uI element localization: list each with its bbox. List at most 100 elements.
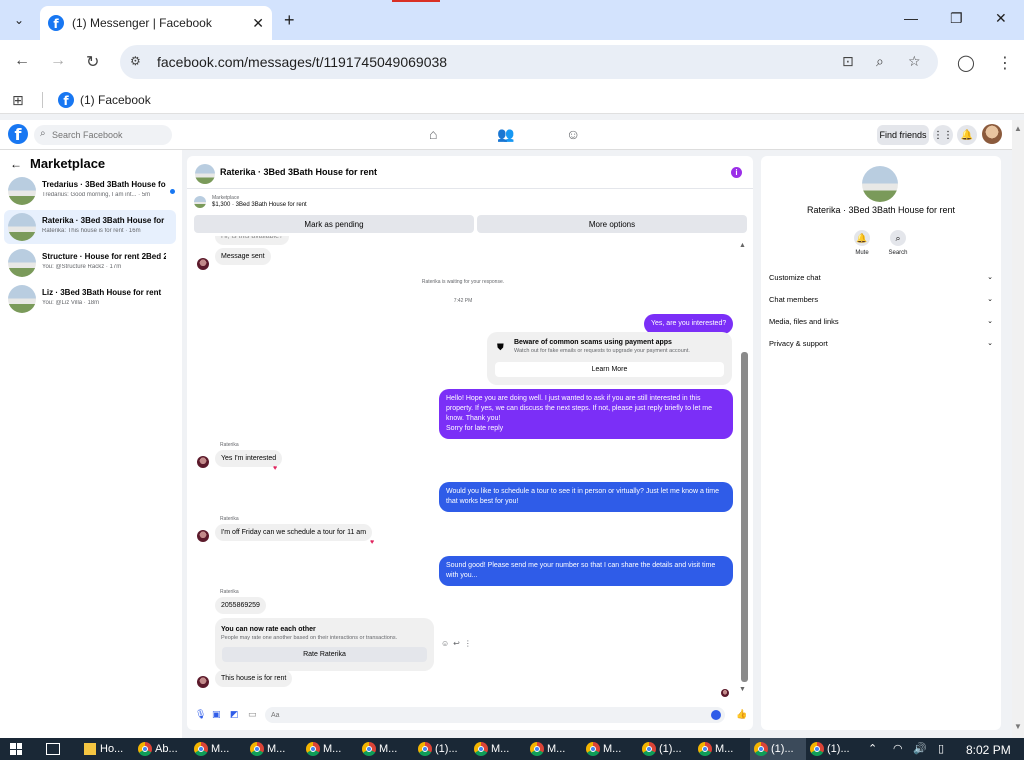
search-input[interactable] bbox=[52, 127, 162, 143]
task-view-icon[interactable] bbox=[46, 743, 60, 755]
page-scrollbar[interactable]: ▲ ▼ bbox=[1012, 120, 1024, 738]
install-app-icon[interactable]: ⊡ bbox=[842, 53, 854, 70]
address-bar[interactable]: ⚙ facebook.com/messages/t/11917450490690… bbox=[120, 45, 938, 79]
tab-indicator bbox=[392, 0, 440, 2]
home-icon[interactable]: ⌂ bbox=[429, 126, 437, 142]
windows-start-icon[interactable] bbox=[10, 743, 22, 755]
restore-icon[interactable]: ❐ bbox=[950, 10, 963, 27]
more-options-button[interactable]: More options bbox=[477, 215, 747, 233]
conversation-item[interactable]: Tredarius · 3Bed 3Bath House for... Tred… bbox=[4, 174, 176, 208]
more-actions-icon[interactable]: ⋮ bbox=[464, 639, 476, 648]
taskbar-item-chrome[interactable]: M... bbox=[470, 738, 526, 760]
back-icon[interactable]: ← bbox=[14, 52, 30, 70]
taskbar-item-chrome[interactable]: (1)... bbox=[806, 738, 862, 760]
message-input[interactable] bbox=[271, 709, 701, 721]
zoom-icon[interactable]: ⌕ bbox=[876, 53, 884, 70]
taskbar-item-chrome[interactable]: Ab... bbox=[134, 738, 190, 760]
taskbar-item-chrome[interactable]: M... bbox=[190, 738, 246, 760]
facebook-search[interactable]: ⌕ bbox=[34, 125, 172, 145]
listing-thumbnail bbox=[8, 213, 36, 241]
bookmark-facebook[interactable]: f (1) Facebook bbox=[58, 92, 151, 108]
folder-icon bbox=[84, 743, 96, 755]
browser-menu-icon[interactable]: ⋮ bbox=[997, 53, 1013, 73]
find-friends-button[interactable]: Find friends bbox=[877, 125, 929, 145]
taskbar-item-chrome[interactable]: (1)... bbox=[638, 738, 694, 760]
site-info-icon[interactable]: ⚙ bbox=[130, 54, 141, 68]
taskbar-item-chrome[interactable]: M... bbox=[246, 738, 302, 760]
sticker-icon[interactable]: ◩ bbox=[230, 709, 239, 720]
taskbar-label: Ab... bbox=[155, 743, 178, 755]
url-text[interactable]: facebook.com/messages/t/1191745049069038 bbox=[157, 54, 447, 70]
reply-icon[interactable]: ↩ bbox=[453, 639, 464, 648]
taskbar-item-chrome[interactable]: M... bbox=[358, 738, 414, 760]
taskbar-label: (1)... bbox=[435, 743, 458, 755]
mute-bell-icon[interactable]: 🔔 bbox=[854, 230, 870, 246]
microphone-icon[interactable]: 🎙 bbox=[195, 709, 206, 720]
groups-icon[interactable]: ☺ bbox=[566, 126, 580, 142]
chrome-icon bbox=[250, 742, 264, 756]
notifications-bell-icon[interactable]: 🔔 bbox=[957, 125, 977, 145]
rate-user-button[interactable]: Rate Raterika bbox=[222, 647, 427, 662]
conversation-item[interactable]: Structure · House for rent 2Bed 2B... Yo… bbox=[4, 246, 176, 280]
taskbar-item-chrome-active[interactable]: (1)... bbox=[750, 738, 806, 760]
forward-icon[interactable]: → bbox=[50, 52, 66, 70]
listing-banner[interactable]: Marketplace $1,300 · 3Bed 3Bath House fo… bbox=[187, 191, 753, 211]
info-icon[interactable]: i bbox=[731, 167, 742, 178]
apps-grid-icon[interactable]: ⊞ bbox=[12, 92, 24, 109]
scrollbar-thumb[interactable] bbox=[741, 352, 748, 682]
close-window-icon[interactable]: ✕ bbox=[995, 10, 1007, 27]
search-label: Search bbox=[888, 250, 908, 256]
conversation-item-active[interactable]: Raterika · 3Bed 3Bath House for re... Ra… bbox=[4, 210, 176, 244]
page-scroll-down-icon[interactable]: ▼ bbox=[1014, 722, 1022, 731]
taskbar-item-explorer[interactable]: Ho... bbox=[80, 738, 136, 760]
heart-reaction-icon[interactable]: ♥ bbox=[273, 465, 277, 472]
gif-icon[interactable]: ▭ bbox=[248, 709, 257, 720]
scroll-down-icon[interactable]: ▼ bbox=[739, 686, 746, 693]
media-files-links-row[interactable]: Media, files and links ⌄ bbox=[769, 317, 993, 326]
profile-avatar[interactable] bbox=[982, 124, 1002, 144]
tray-chevron-icon[interactable]: ⌃ bbox=[868, 742, 877, 755]
profile-icon[interactable]: ◯ bbox=[957, 53, 975, 73]
message-composer: 🎙 ▣ ◩ ▭ 👍 bbox=[187, 704, 753, 726]
conversation-item[interactable]: Liz · 3Bed 3Bath House for rent You: @Li… bbox=[4, 282, 176, 316]
conversation-name: Liz · 3Bed 3Bath House for rent bbox=[42, 288, 162, 297]
tab-search-chevron-icon[interactable]: ⌄ bbox=[6, 8, 32, 32]
close-tab-icon[interactable]: ✕ bbox=[252, 15, 264, 32]
minimize-icon[interactable]: — bbox=[904, 10, 918, 26]
chrome-icon bbox=[306, 742, 320, 756]
privacy-support-row[interactable]: Privacy & support ⌄ bbox=[769, 339, 993, 348]
chat-members-row[interactable]: Chat members ⌄ bbox=[769, 295, 993, 304]
bookmark-star-icon[interactable]: ☆ bbox=[908, 53, 921, 70]
back-arrow-icon[interactable]: ← bbox=[10, 157, 22, 171]
taskbar-item-chrome[interactable]: (1)... bbox=[414, 738, 470, 760]
page-scroll-up-icon[interactable]: ▲ bbox=[1014, 124, 1022, 133]
taskbar-clock[interactable]: 8:02 PM bbox=[966, 743, 1011, 757]
facebook-logo-icon[interactable]: f bbox=[8, 124, 28, 144]
listing-avatar[interactable] bbox=[862, 166, 898, 202]
thumbs-up-icon[interactable]: 👍 bbox=[736, 709, 747, 720]
new-tab-icon[interactable]: + bbox=[284, 10, 295, 31]
emoji-icon[interactable] bbox=[711, 710, 721, 720]
learn-more-button[interactable]: Learn More bbox=[495, 362, 724, 377]
facebook-favicon-icon: f bbox=[58, 92, 74, 108]
scroll-up-icon[interactable]: ▲ bbox=[739, 242, 746, 249]
taskbar-item-chrome[interactable]: M... bbox=[302, 738, 358, 760]
wifi-icon[interactable]: ◠ bbox=[893, 742, 903, 755]
reload-icon[interactable]: ↻ bbox=[86, 52, 99, 72]
friends-icon[interactable]: 👥 bbox=[497, 126, 514, 143]
search-icon[interactable]: ⌕ bbox=[890, 230, 906, 246]
volume-icon[interactable]: 🔊 bbox=[913, 742, 927, 755]
photo-icon[interactable]: ▣ bbox=[212, 709, 221, 720]
react-emoji-icon[interactable]: ☺ bbox=[441, 639, 453, 648]
browser-tab-messenger[interactable]: f (1) Messenger | Facebook ✕ bbox=[40, 6, 272, 40]
taskbar-item-chrome[interactable]: M... bbox=[526, 738, 582, 760]
taskbar-item-chrome[interactable]: M... bbox=[694, 738, 750, 760]
heart-reaction-icon[interactable]: ♥ bbox=[370, 539, 374, 546]
chat-avatar[interactable] bbox=[195, 164, 215, 184]
customize-chat-row[interactable]: Customize chat ⌄ bbox=[769, 273, 993, 282]
mark-as-pending-button[interactable]: Mark as pending bbox=[194, 215, 474, 233]
taskbar-item-chrome[interactable]: M... bbox=[582, 738, 638, 760]
chat-title[interactable]: Raterika · 3Bed 3Bath House for rent bbox=[220, 167, 377, 177]
battery-icon[interactable]: ▯ bbox=[938, 742, 944, 755]
menu-grid-icon[interactable]: ⋮⋮ bbox=[933, 125, 953, 145]
